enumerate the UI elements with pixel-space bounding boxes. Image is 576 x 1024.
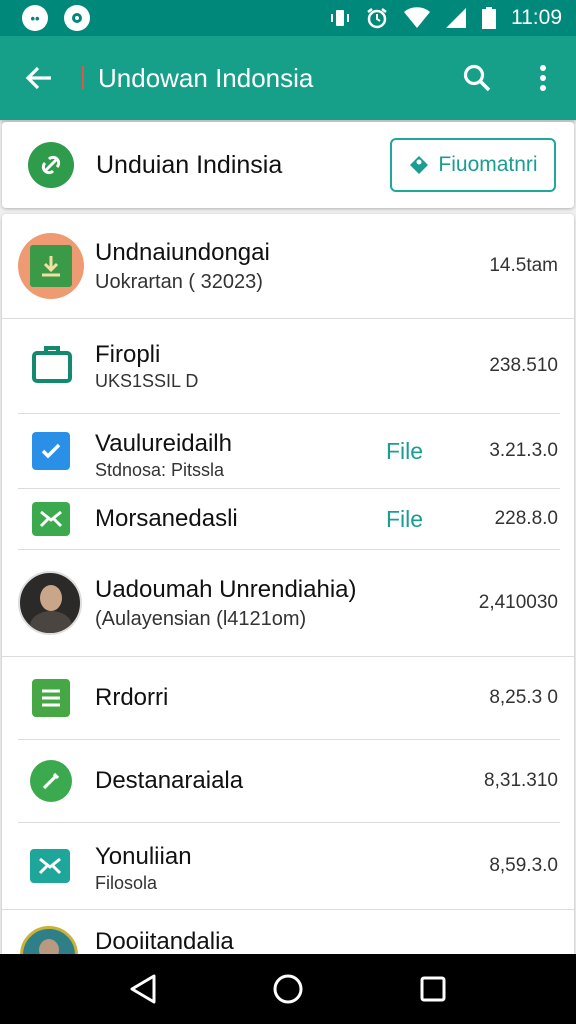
link-icon <box>28 142 74 188</box>
item-title: Morsanedasli <box>95 505 238 532</box>
item-size: 228.8.0 <box>494 508 558 529</box>
item-subtitle: Stdnosa: Pitssla <box>95 460 225 480</box>
item-size: 8,25.3 0 <box>489 687 558 708</box>
battery-icon <box>482 7 496 29</box>
item-subtitle: UKS1SSIL D <box>95 371 199 391</box>
arrow-back-icon <box>25 66 51 90</box>
notification-circle-icon <box>64 5 90 31</box>
format-button[interactable]: Fiuomatnri <box>390 138 556 192</box>
avatar <box>18 571 82 635</box>
vibrate-icon <box>331 10 349 26</box>
item-size: 14.5tam <box>489 255 558 276</box>
wifi-icon <box>404 7 430 29</box>
list-item[interactable]: Undnaiundongai Uokrartan ( 32023) 14.5ta… <box>2 214 574 318</box>
item-size: 8,31.310 <box>484 770 558 791</box>
mail-icon <box>32 502 70 536</box>
item-title: Yonuliian <box>95 843 192 870</box>
item-title: Dooiitandalia <box>95 928 234 954</box>
app-bar: Undowan Indonsia <box>0 36 576 120</box>
app-title: Undowan Indonsia <box>82 65 313 91</box>
nav-back-button[interactable] <box>118 964 168 1014</box>
overflow-menu-button[interactable] <box>510 36 576 120</box>
search-icon <box>463 64 491 92</box>
briefcase-icon <box>32 345 72 388</box>
item-subtitle: (Aulayensian (l4121om) <box>95 607 307 630</box>
item-title: Destanaraiala <box>95 767 244 794</box>
edit-icon <box>30 760 72 802</box>
list-item[interactable]: Vaulureidailh Stdnosa: Pitssla File 3.21… <box>2 414 574 488</box>
notification-cat-icon: •• <box>22 5 48 31</box>
download-list: Undnaiundongai Uokrartan ( 32023) 14.5ta… <box>2 214 574 954</box>
item-title: Vaulureidailh <box>95 430 232 457</box>
nav-home-button[interactable] <box>263 964 313 1014</box>
item-title: Firopli <box>95 341 161 368</box>
checkbox-icon <box>32 432 70 470</box>
item-subtitle: Uokrartan ( 32023) <box>95 270 263 293</box>
clock: 11:09 <box>511 6 562 29</box>
avatar <box>20 926 78 954</box>
source-card: Unduian Indinsia Fiuomatnri <box>2 122 574 208</box>
status-bar: •• 11:09 <box>0 0 576 36</box>
item-size: 8,59.3.0 <box>489 855 558 876</box>
list-item[interactable]: Firopli UKS1SSIL D 238.510 <box>2 319 574 413</box>
list-item[interactable]: Rrdorri 8,25.3 0 <box>2 657 574 739</box>
item-size: 3.21.3.0 <box>489 440 558 461</box>
file-tag[interactable]: File <box>386 506 423 533</box>
file-tag[interactable]: File <box>386 438 423 465</box>
download-app-icon <box>18 233 84 299</box>
format-button-label: Fiuomatnri <box>438 153 538 176</box>
signal-icon <box>446 8 466 28</box>
list-item[interactable]: Yonuliian Filosola 8,59.3.0 <box>2 823 574 909</box>
tag-icon <box>410 156 429 174</box>
navigation-bar <box>0 954 576 1024</box>
more-vert-icon <box>540 65 546 91</box>
item-size: 2,410030 <box>478 592 558 613</box>
document-icon <box>32 679 70 717</box>
item-subtitle: Filosola <box>95 873 158 893</box>
item-title: Undnaiundongai <box>95 238 270 266</box>
list-item[interactable]: Dooiitandalia <box>2 910 574 954</box>
triangle-back-icon <box>130 974 156 1004</box>
mail-icon <box>30 849 70 883</box>
list-item[interactable]: Destanaraiala 8,31.310 <box>2 740 574 822</box>
recents-square-icon <box>420 976 446 1002</box>
list-item[interactable]: Morsanedasli File 228.8.0 <box>2 489 574 549</box>
back-button[interactable] <box>0 36 78 120</box>
home-circle-icon <box>273 974 303 1004</box>
search-button[interactable] <box>444 36 510 120</box>
source-name: Unduian Indinsia <box>96 150 283 179</box>
list-item[interactable]: Uadoumah Unrendiahia) (Aulayensian (l412… <box>2 550 574 656</box>
item-title: Rrdorri <box>95 684 169 711</box>
item-title: Uadoumah Unrendiahia) <box>95 575 357 603</box>
nav-recents-button[interactable] <box>408 964 458 1014</box>
item-size: 238.510 <box>489 355 558 376</box>
alarm-icon <box>367 8 387 29</box>
